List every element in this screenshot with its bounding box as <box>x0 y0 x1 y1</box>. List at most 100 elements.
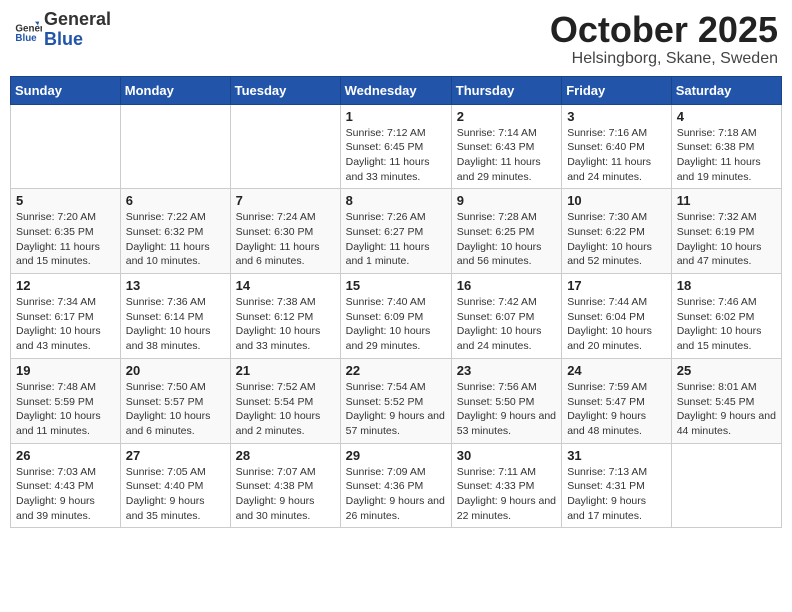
day-number: 20 <box>126 363 225 378</box>
day-number: 30 <box>457 448 556 463</box>
calendar-week-2: 5Sunrise: 7:20 AM Sunset: 6:35 PM Daylig… <box>11 189 782 274</box>
calendar-cell: 23Sunrise: 7:56 AM Sunset: 5:50 PM Dayli… <box>451 358 561 443</box>
day-number: 7 <box>236 193 335 208</box>
calendar-cell: 17 Sunrise: 7:44 AM Sunset: 6:04 PM Dayli… <box>562 274 672 359</box>
day-number: 14 <box>236 278 335 293</box>
weekday-header-friday: Friday <box>562 76 672 104</box>
calendar-cell <box>120 104 230 189</box>
weekday-header-wednesday: Wednesday <box>340 76 451 104</box>
day-info: Sunrise: 7:09 AM Sunset: 4:36 PM Dayligh… <box>346 465 446 524</box>
day-number: 4 <box>677 109 776 124</box>
day-info: Sunrise: 7:24 AM Sunset: 6:30 PM Dayligh… <box>236 210 335 269</box>
calendar-cell: 27 Sunrise: 7:05 AM Sunset: 4:40 PM Dayli… <box>120 443 230 528</box>
calendar-cell: 25Sunrise: 8:01 AM Sunset: 5:45 PM Dayli… <box>671 358 781 443</box>
page-header: General Blue General Blue October 2025 H… <box>10 10 782 68</box>
calendar-cell: 20 Sunrise: 7:50 AM Sunset: 5:57 PM Dayli… <box>120 358 230 443</box>
day-number: 18 <box>677 278 776 293</box>
day-number: 26 <box>16 448 115 463</box>
day-info: Sunrise: 7:22 AM Sunset: 6:32 PM Dayligh… <box>126 210 225 269</box>
day-info: Sunrise: 7:42 AM Sunset: 6:07 PM Dayligh… <box>457 295 556 354</box>
weekday-header-thursday: Thursday <box>451 76 561 104</box>
calendar-cell: 2Sunrise: 7:14 AM Sunset: 6:43 PM Daylig… <box>451 104 561 189</box>
day-info: Sunrise: 7:52 AM Sunset: 5:54 PM Dayligh… <box>236 380 335 439</box>
calendar-week-1: 1 Sunrise: 7:12 AM Sunset: 6:45 PM Daylig… <box>11 104 782 189</box>
weekday-header-saturday: Saturday <box>671 76 781 104</box>
day-number: 15 <box>346 278 446 293</box>
day-number: 1 <box>346 109 446 124</box>
day-info: Sunrise: 7:50 AM Sunset: 5:57 PM Dayligh… <box>126 380 225 439</box>
day-number: 31 <box>567 448 666 463</box>
day-info: Sunrise: 7:18 AM Sunset: 6:38 PM Dayligh… <box>677 126 776 185</box>
day-info: Sunrise: 7:12 AM Sunset: 6:45 PM Dayligh… <box>346 126 446 185</box>
day-number: 29 <box>346 448 446 463</box>
day-number: 22 <box>346 363 446 378</box>
day-info: Sunrise: 7:40 AM Sunset: 6:09 PM Dayligh… <box>346 295 446 354</box>
logo: General Blue General Blue <box>14 10 111 50</box>
calendar-cell: 6 Sunrise: 7:22 AM Sunset: 6:32 PM Daylig… <box>120 189 230 274</box>
day-number: 9 <box>457 193 556 208</box>
calendar-cell: 4 Sunrise: 7:18 AM Sunset: 6:38 PM Daylig… <box>671 104 781 189</box>
day-info: Sunrise: 7:48 AM Sunset: 5:59 PM Dayligh… <box>16 380 115 439</box>
calendar-cell: 9 Sunrise: 7:28 AM Sunset: 6:25 PM Daylig… <box>451 189 561 274</box>
day-number: 3 <box>567 109 666 124</box>
day-number: 17 <box>567 278 666 293</box>
day-info: Sunrise: 7:07 AM Sunset: 4:38 PM Dayligh… <box>236 465 335 524</box>
svg-text:Blue: Blue <box>15 33 37 44</box>
calendar-cell: 16Sunrise: 7:42 AM Sunset: 6:07 PM Dayli… <box>451 274 561 359</box>
weekday-header-monday: Monday <box>120 76 230 104</box>
day-info: Sunrise: 7:28 AM Sunset: 6:25 PM Dayligh… <box>457 210 556 269</box>
day-info: Sunrise: 8:01 AM Sunset: 5:45 PM Dayligh… <box>677 380 776 439</box>
calendar-cell: 13 Sunrise: 7:36 AM Sunset: 6:14 PM Dayli… <box>120 274 230 359</box>
day-info: Sunrise: 7:03 AM Sunset: 4:43 PM Dayligh… <box>16 465 115 524</box>
day-info: Sunrise: 7:56 AM Sunset: 5:50 PM Dayligh… <box>457 380 556 439</box>
day-info: Sunrise: 7:26 AM Sunset: 6:27 PM Dayligh… <box>346 210 446 269</box>
calendar-week-4: 19 Sunrise: 7:48 AM Sunset: 5:59 PM Dayli… <box>11 358 782 443</box>
calendar-week-3: 12Sunrise: 7:34 AM Sunset: 6:17 PM Dayli… <box>11 274 782 359</box>
calendar-cell: 7 Sunrise: 7:24 AM Sunset: 6:30 PM Daylig… <box>230 189 340 274</box>
day-info: Sunrise: 7:59 AM Sunset: 5:47 PM Dayligh… <box>567 380 666 439</box>
day-number: 12 <box>16 278 115 293</box>
logo-icon: General Blue <box>14 16 42 44</box>
day-number: 28 <box>236 448 335 463</box>
day-info: Sunrise: 7:44 AM Sunset: 6:04 PM Dayligh… <box>567 295 666 354</box>
day-info: Sunrise: 7:46 AM Sunset: 6:02 PM Dayligh… <box>677 295 776 354</box>
day-info: Sunrise: 7:38 AM Sunset: 6:12 PM Dayligh… <box>236 295 335 354</box>
logo-text: General Blue <box>44 10 111 50</box>
day-info: Sunrise: 7:13 AM Sunset: 4:31 PM Dayligh… <box>567 465 666 524</box>
calendar-cell: 29 Sunrise: 7:09 AM Sunset: 4:36 PM Dayli… <box>340 443 451 528</box>
calendar-cell: 3Sunrise: 7:16 AM Sunset: 6:40 PM Daylig… <box>562 104 672 189</box>
calendar-cell: 19 Sunrise: 7:48 AM Sunset: 5:59 PM Dayli… <box>11 358 121 443</box>
calendar-cell: 10 Sunrise: 7:30 AM Sunset: 6:22 PM Dayli… <box>562 189 672 274</box>
calendar-table: SundayMondayTuesdayWednesdayThursdayFrid… <box>10 76 782 529</box>
calendar-cell: 14 Sunrise: 7:38 AM Sunset: 6:12 PM Dayli… <box>230 274 340 359</box>
day-number: 6 <box>126 193 225 208</box>
weekday-header-row: SundayMondayTuesdayWednesdayThursdayFrid… <box>11 76 782 104</box>
day-info: Sunrise: 7:36 AM Sunset: 6:14 PM Dayligh… <box>126 295 225 354</box>
day-info: Sunrise: 7:30 AM Sunset: 6:22 PM Dayligh… <box>567 210 666 269</box>
weekday-header-tuesday: Tuesday <box>230 76 340 104</box>
calendar-cell: 11Sunrise: 7:32 AM Sunset: 6:19 PM Dayli… <box>671 189 781 274</box>
day-number: 11 <box>677 193 776 208</box>
day-number: 27 <box>126 448 225 463</box>
calendar-cell: 28 Sunrise: 7:07 AM Sunset: 4:38 PM Dayli… <box>230 443 340 528</box>
day-number: 24 <box>567 363 666 378</box>
calendar-cell: 18 Sunrise: 7:46 AM Sunset: 6:02 PM Dayli… <box>671 274 781 359</box>
calendar-cell: 5Sunrise: 7:20 AM Sunset: 6:35 PM Daylig… <box>11 189 121 274</box>
day-number: 13 <box>126 278 225 293</box>
title-block: October 2025 Helsingborg, Skane, Sweden <box>550 10 778 68</box>
day-number: 10 <box>567 193 666 208</box>
logo-general-text: General <box>44 10 111 30</box>
day-info: Sunrise: 7:11 AM Sunset: 4:33 PM Dayligh… <box>457 465 556 524</box>
day-info: Sunrise: 7:05 AM Sunset: 4:40 PM Dayligh… <box>126 465 225 524</box>
calendar-body: 1 Sunrise: 7:12 AM Sunset: 6:45 PM Daylig… <box>11 104 782 528</box>
calendar-week-5: 26 Sunrise: 7:03 AM Sunset: 4:43 PM Dayli… <box>11 443 782 528</box>
calendar-cell: 26 Sunrise: 7:03 AM Sunset: 4:43 PM Dayli… <box>11 443 121 528</box>
day-number: 21 <box>236 363 335 378</box>
day-info: Sunrise: 7:20 AM Sunset: 6:35 PM Dayligh… <box>16 210 115 269</box>
calendar-cell: 8Sunrise: 7:26 AM Sunset: 6:27 PM Daylig… <box>340 189 451 274</box>
calendar-cell: 15 Sunrise: 7:40 AM Sunset: 6:09 PM Dayli… <box>340 274 451 359</box>
month-title: October 2025 <box>550 10 778 50</box>
logo-blue-text: Blue <box>44 30 111 50</box>
calendar-cell <box>671 443 781 528</box>
day-number: 19 <box>16 363 115 378</box>
